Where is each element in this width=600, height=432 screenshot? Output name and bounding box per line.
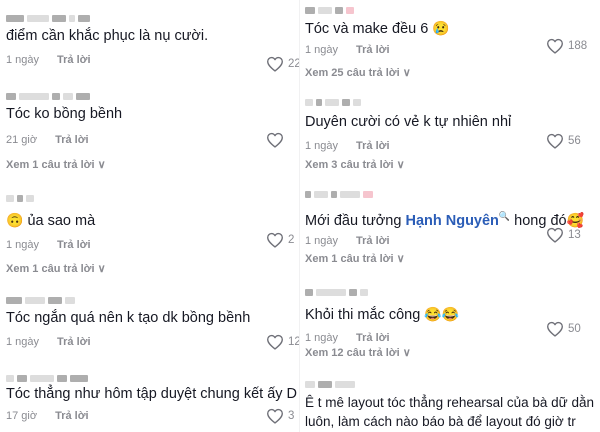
like-count: 188 — [568, 40, 588, 52]
chevron-down-icon: ∨ — [396, 253, 405, 265]
username-blurred[interactable] — [305, 96, 600, 108]
heart-icon — [546, 321, 564, 337]
username-blurred[interactable] — [6, 192, 300, 204]
like-button[interactable]: 50 — [546, 321, 581, 337]
heart-icon — [266, 334, 284, 350]
comment-text: Tóc ko bồng bềnh — [6, 106, 123, 122]
comment-time: 1 ngày — [6, 54, 40, 66]
comment-text: Ê t mê layout tóc thẳng rehearsal của bà… — [305, 395, 594, 429]
view-replies-button[interactable]: Xem 25 câu trả lời ∨ — [305, 66, 411, 79]
chevron-down-icon: ∨ — [97, 263, 106, 275]
reply-button[interactable]: Trả lời — [57, 239, 91, 251]
heart-icon — [266, 56, 284, 72]
reply-button[interactable]: Trả lời — [356, 235, 390, 247]
username-blurred[interactable] — [6, 12, 300, 24]
comment-time: 17 giờ — [6, 410, 38, 422]
username-blurred[interactable] — [6, 90, 300, 102]
like-count: 2 — [288, 234, 295, 246]
comment-text: Tóc ngắn quá nên k tạo dk bồng bềnh — [6, 310, 251, 326]
like-count: 50 — [568, 323, 581, 335]
comment-time: 21 giờ — [6, 134, 38, 146]
comment-time: 1 ngày — [305, 332, 339, 344]
username-blurred[interactable] — [305, 188, 600, 200]
comment-time: 1 ngày — [305, 44, 339, 56]
reply-button[interactable]: Trả lời — [55, 410, 89, 422]
username-blurred[interactable] — [305, 4, 600, 16]
chevron-down-icon: ∨ — [97, 159, 106, 171]
heart-icon — [546, 38, 564, 54]
comment-time: 1 ngày — [305, 234, 339, 247]
heart-icon — [546, 133, 564, 149]
like-button[interactable]: 188 — [546, 38, 587, 54]
heart-icon — [546, 227, 564, 243]
comment-time: 1 ngày — [305, 140, 339, 152]
reply-button[interactable]: Trả lời — [356, 140, 390, 152]
like-button[interactable]: 22 — [266, 56, 300, 72]
username-blurred[interactable] — [305, 286, 600, 298]
chevron-down-icon: ∨ — [396, 159, 405, 171]
reply-button[interactable]: Trả lời — [57, 336, 91, 348]
chevron-down-icon: ∨ — [402, 67, 411, 79]
like-button[interactable]: 2 — [266, 232, 294, 248]
search-icon: 🔍 — [498, 211, 511, 221]
view-replies-button[interactable]: Xem 3 câu trả lời ∨ — [305, 158, 405, 171]
username-blurred[interactable] — [6, 372, 300, 384]
comment-time: 1 ngày — [6, 239, 40, 251]
comment-text: Tóc và make đều 6 😢 — [305, 20, 450, 37]
comment-time: 1 ngày — [6, 336, 40, 348]
heart-icon — [266, 408, 284, 424]
comment: Khỏi thi mắc công 😂😂 1 ngày Trả lời — [300, 286, 600, 346]
comment: Tóc ko bồng bềnh 21 giờ Trả lời — [0, 90, 300, 148]
reply-button[interactable]: Trả lời — [55, 134, 89, 146]
comment: Ê t mê layout tóc thẳng rehearsal của bà… — [300, 378, 600, 431]
comment-text: Tóc thẳng như hôm tập duyệt chung kết ấy… — [6, 386, 298, 402]
like-count: 56 — [568, 135, 581, 147]
heart-icon — [266, 232, 284, 248]
comments-column-right: Tóc và make đều 6 😢 1 ngày Trả lời 188 X… — [300, 0, 600, 432]
comment: 🙃 ủa sao mà 1 ngày Trả lời — [0, 192, 300, 253]
like-button[interactable]: 3 — [266, 408, 294, 424]
chevron-down-icon: ∨ — [402, 347, 411, 359]
view-replies-button[interactable]: Xem 12 câu trả lời ∨ — [305, 346, 411, 359]
comment-text: 🙃 ủa sao mà — [6, 212, 96, 229]
comment: Tóc thẳng như hôm tập duyệt chung kết ấy… — [0, 372, 300, 424]
reply-button[interactable]: Trả lời — [57, 54, 91, 66]
view-replies-button[interactable]: Xem 1 câu trả lời ∨ — [6, 158, 106, 171]
comment: Tóc ngắn quá nên k tạo dk bồng bềnh 1 ng… — [0, 294, 300, 350]
username-blurred[interactable] — [305, 378, 596, 390]
username-blurred[interactable] — [6, 294, 300, 306]
view-replies-button[interactable]: Xem 1 câu trả lời ∨ — [305, 252, 405, 265]
reply-button[interactable]: Trả lời — [356, 332, 390, 344]
comments-column-left: điểm cần khắc phục là nụ cười. 1 ngày Tr… — [0, 0, 300, 432]
like-button[interactable]: 13 — [546, 227, 581, 243]
like-count: 3 — [288, 410, 295, 422]
like-button[interactable]: 12 — [266, 334, 300, 350]
comment: điểm cần khắc phục là nụ cười. 1 ngày Tr… — [0, 12, 300, 68]
like-button[interactable] — [266, 132, 284, 148]
comment-text: điểm cần khắc phục là nụ cười. — [6, 28, 209, 44]
mention-link[interactable]: Hạnh Nguyên🔍 — [405, 211, 511, 229]
reply-button[interactable]: Trả lời — [356, 44, 390, 56]
heart-icon — [266, 132, 284, 148]
view-replies-button[interactable]: Xem 1 câu trả lời ∨ — [6, 262, 106, 275]
comment-text: Duyên cười có vẻ k tự nhiên nhỉ — [305, 114, 512, 130]
like-count: 13 — [568, 229, 581, 241]
like-button[interactable]: 56 — [546, 133, 581, 149]
